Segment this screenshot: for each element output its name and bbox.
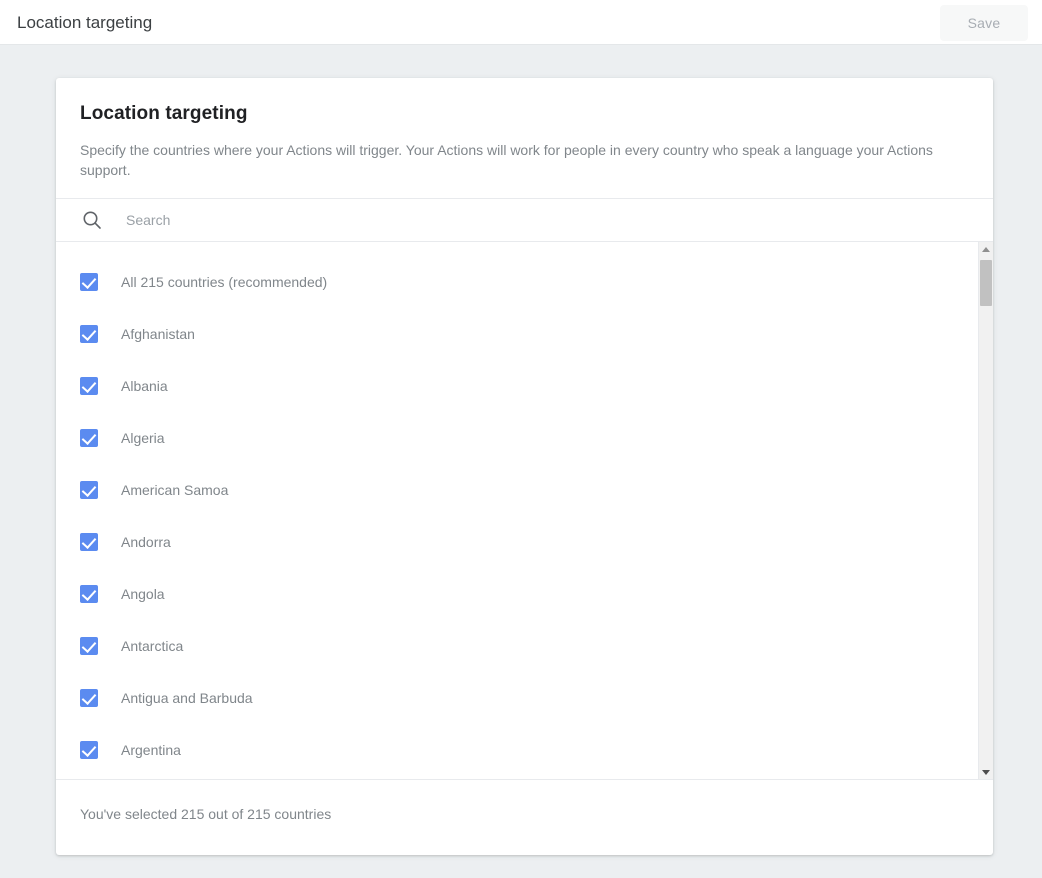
- country-list[interactable]: All 215 countries (recommended) Afghanist…: [56, 242, 984, 780]
- list-item-label: Albania: [121, 376, 168, 396]
- list-item-label: American Samoa: [121, 480, 228, 500]
- scrollbar-up-button[interactable]: [979, 242, 993, 257]
- list-item-label: Andorra: [121, 532, 171, 552]
- checkbox-checked-icon[interactable]: [80, 481, 98, 499]
- search-input[interactable]: [126, 212, 993, 228]
- checkbox-checked-icon[interactable]: [80, 325, 98, 343]
- list-item-label: Angola: [121, 584, 165, 604]
- list-item[interactable]: Antigua and Barbuda: [56, 672, 984, 724]
- scrollbar-down-button[interactable]: [979, 765, 993, 780]
- checkbox-checked-icon[interactable]: [80, 585, 98, 603]
- list-item[interactable]: Antarctica: [56, 620, 984, 672]
- list-item-label: Antigua and Barbuda: [121, 688, 253, 708]
- search-icon: [80, 208, 104, 232]
- card-footer: You've selected 215 out of 215 countries: [56, 780, 993, 848]
- list-item-label: Antarctica: [121, 636, 183, 656]
- list-item[interactable]: All 215 countries (recommended): [56, 256, 984, 308]
- checkbox-checked-icon[interactable]: [80, 273, 98, 291]
- list-scrollbar[interactable]: [978, 242, 993, 780]
- chevron-down-icon: [982, 770, 990, 775]
- list-item-label: Algeria: [121, 428, 165, 448]
- save-button[interactable]: Save: [940, 5, 1028, 41]
- list-item[interactable]: Albania: [56, 360, 984, 412]
- checkbox-checked-icon[interactable]: [80, 377, 98, 395]
- list-item[interactable]: American Samoa: [56, 464, 984, 516]
- card-header: Location targeting Specify the countries…: [56, 78, 993, 180]
- list-item[interactable]: Andorra: [56, 516, 984, 568]
- checkbox-checked-icon[interactable]: [80, 637, 98, 655]
- list-item[interactable]: Argentina: [56, 724, 984, 776]
- list-item[interactable]: Angola: [56, 568, 984, 620]
- card-description: Specify the countries where your Actions…: [80, 140, 960, 180]
- selection-count-text: You've selected 215 out of 215 countries: [80, 806, 331, 822]
- card-title: Location targeting: [80, 102, 969, 126]
- page-title: Location targeting: [17, 12, 152, 34]
- location-targeting-card: Location targeting Specify the countries…: [56, 78, 993, 855]
- chevron-up-icon: [982, 247, 990, 252]
- search-row[interactable]: [56, 198, 993, 242]
- country-list-container: All 215 countries (recommended) Afghanist…: [56, 242, 993, 780]
- scrollbar-thumb[interactable]: [980, 260, 992, 306]
- checkbox-checked-icon[interactable]: [80, 741, 98, 759]
- top-app-bar: Location targeting Save: [0, 0, 1042, 45]
- checkbox-checked-icon[interactable]: [80, 533, 98, 551]
- list-item[interactable]: Afghanistan: [56, 308, 984, 360]
- list-item[interactable]: Algeria: [56, 412, 984, 464]
- list-item[interactable]: [56, 776, 984, 780]
- checkbox-checked-icon[interactable]: [80, 689, 98, 707]
- list-item-label: Afghanistan: [121, 324, 195, 344]
- list-item-label: All 215 countries (recommended): [121, 272, 327, 292]
- checkbox-checked-icon[interactable]: [80, 429, 98, 447]
- list-item-label: Argentina: [121, 740, 181, 760]
